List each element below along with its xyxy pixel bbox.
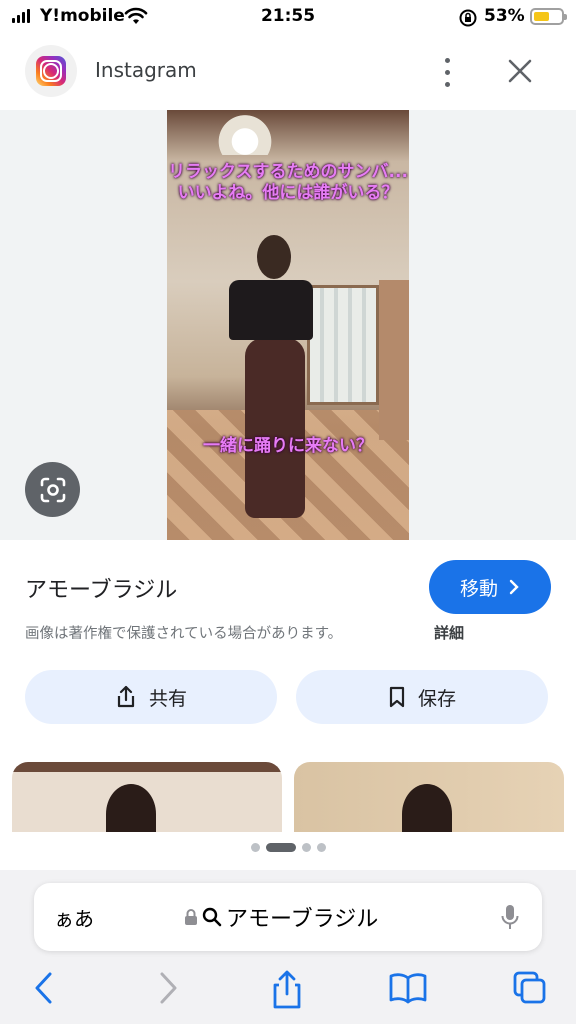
close-icon[interactable] xyxy=(505,56,535,86)
related-image-thumbnail[interactable] xyxy=(12,762,282,832)
save-button-label: 保存 xyxy=(417,687,456,710)
photo-caption-bottom: 一緒に踊りに来ない？ xyxy=(203,436,373,456)
visit-button-label: 移動 xyxy=(459,577,498,600)
image-viewer-header: Instagram xyxy=(0,34,576,110)
details-link[interactable]: 詳細 xyxy=(434,622,464,643)
share-button-label: 共有 xyxy=(148,687,187,710)
more-options-icon[interactable] xyxy=(432,54,462,90)
lock-icon xyxy=(185,909,197,925)
browser-toolbar xyxy=(0,966,576,1016)
source-site-name[interactable]: Instagram xyxy=(95,58,197,82)
page-dot-active xyxy=(265,843,296,852)
photo-caption-top: リラックスするためのサンバ...いいよね。他には誰がいる？ xyxy=(168,162,408,203)
battery-icon xyxy=(530,8,567,25)
page-settings-button[interactable]: ぁあ xyxy=(54,903,94,932)
visit-button[interactable]: 移動 xyxy=(429,560,551,614)
instagram-logo-icon[interactable] xyxy=(25,45,77,97)
address-bar[interactable]: ぁあ アモーブラジル xyxy=(34,883,542,951)
result-title[interactable]: アモーブラジル xyxy=(25,572,177,604)
page-dot xyxy=(301,843,311,852)
microphone-icon[interactable] xyxy=(500,903,520,931)
url-display[interactable]: アモーブラジル xyxy=(184,901,378,933)
page-dot xyxy=(316,843,326,852)
bookmark-icon xyxy=(389,686,405,708)
share-button[interactable]: 共有 xyxy=(25,670,277,724)
back-icon[interactable] xyxy=(32,970,56,1006)
search-icon xyxy=(202,907,222,927)
carousel-page-indicator xyxy=(0,843,576,852)
chevron-right-icon xyxy=(509,579,519,595)
image-info-panel: アモーブラジル 移動 画像は著作権で保護されている場合があります。 詳細 共有 … xyxy=(0,540,576,870)
bookmarks-icon[interactable] xyxy=(388,970,428,1006)
forward-icon[interactable] xyxy=(156,970,180,1006)
battery-percentage: 53% xyxy=(484,6,525,26)
page-dot xyxy=(250,843,260,852)
share-icon xyxy=(117,685,135,708)
google-lens-button[interactable] xyxy=(25,462,80,517)
lens-icon xyxy=(40,477,65,502)
url-text: アモーブラジル xyxy=(226,907,379,932)
rotation-lock-icon xyxy=(459,9,477,27)
save-button[interactable]: 保存 xyxy=(296,670,548,724)
image-preview-area: リラックスするためのサンバ...いいよね。他には誰がいる？ 一緒に踊りに来ない？ xyxy=(0,110,576,540)
tabs-icon[interactable] xyxy=(512,970,548,1006)
related-image-thumbnail[interactable] xyxy=(294,762,564,832)
share-sheet-icon[interactable] xyxy=(270,970,304,1010)
status-bar: Y!mobile 21:55 53% xyxy=(0,0,576,34)
browser-bottom-bar: ぁあ アモーブラジル xyxy=(0,870,576,1024)
preview-photo[interactable]: リラックスするためのサンバ...いいよね。他には誰がいる？ 一緒に踊りに来ない？ xyxy=(167,110,409,540)
copyright-notice: 画像は著作権で保護されている場合があります。 xyxy=(25,626,343,642)
